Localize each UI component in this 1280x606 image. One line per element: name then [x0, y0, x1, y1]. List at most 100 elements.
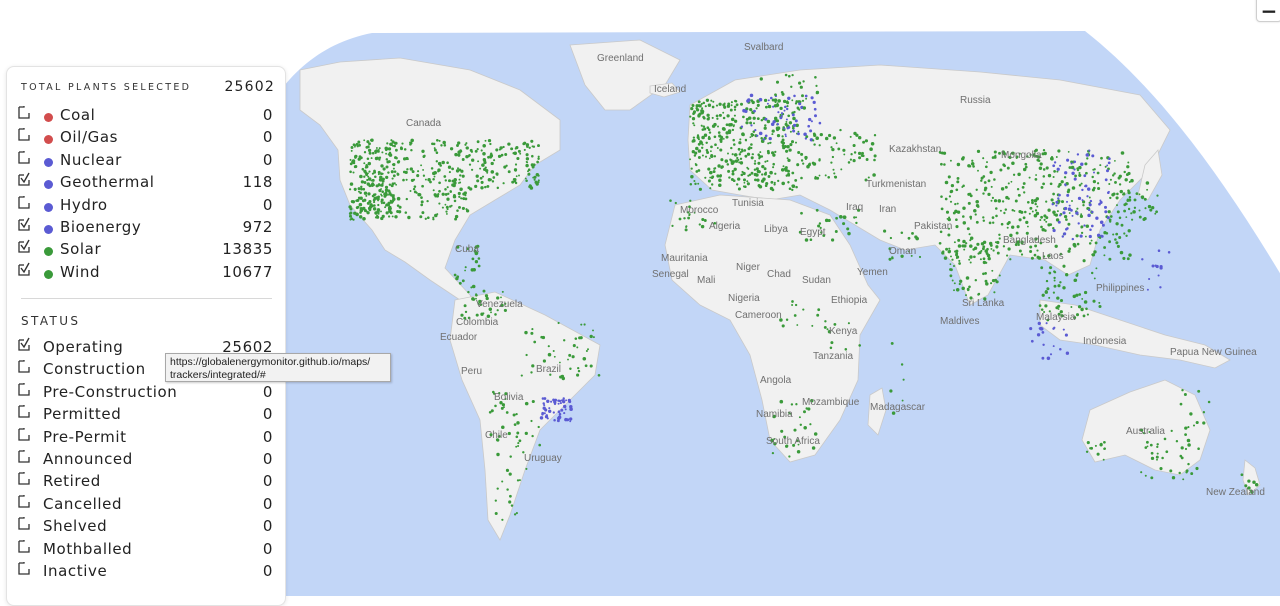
power-plant-dot[interactable] [1202, 421, 1206, 425]
power-plant-dot[interactable] [574, 337, 578, 340]
power-plant-dot[interactable] [784, 135, 787, 138]
power-plant-dot[interactable] [953, 241, 956, 244]
power-plant-dot[interactable] [1021, 186, 1025, 189]
power-plant-dot[interactable] [1041, 356, 1045, 360]
power-plant-dot[interactable] [568, 400, 572, 404]
power-plant-dot[interactable] [785, 174, 789, 177]
power-plant-dot[interactable] [966, 287, 970, 291]
power-plant-dot[interactable] [747, 174, 750, 177]
power-plant-dot[interactable] [746, 152, 751, 156]
power-plant-dot[interactable] [358, 202, 363, 207]
power-plant-dot[interactable] [995, 214, 998, 218]
power-plant-dot[interactable] [1175, 440, 1179, 443]
power-plant-dot[interactable] [762, 138, 766, 141]
power-plant-dot[interactable] [1184, 447, 1188, 451]
power-plant-dot[interactable] [452, 183, 456, 188]
power-plant-dot[interactable] [802, 308, 805, 311]
power-plant-dot[interactable] [785, 318, 789, 321]
power-plant-dot[interactable] [387, 204, 390, 207]
power-plant-dot[interactable] [1096, 452, 1100, 456]
power-plant-dot[interactable] [373, 170, 377, 174]
power-plant-dot[interactable] [889, 236, 893, 240]
power-plant-dot[interactable] [1131, 218, 1134, 221]
power-plant-dot[interactable] [702, 101, 706, 105]
power-plant-dot[interactable] [1138, 215, 1142, 219]
power-plant-dot[interactable] [1029, 249, 1033, 254]
power-plant-dot[interactable] [977, 292, 981, 296]
power-plant-dot[interactable] [975, 220, 979, 224]
power-plant-dot[interactable] [374, 193, 377, 196]
power-plant-dot[interactable] [474, 184, 478, 188]
power-plant-dot[interactable] [788, 121, 793, 125]
power-plant-dot[interactable] [434, 195, 437, 198]
power-plant-dot[interactable] [1060, 200, 1065, 204]
power-plant-dot[interactable] [392, 194, 395, 197]
power-plant-dot[interactable] [988, 221, 992, 225]
power-plant-dot[interactable] [366, 211, 370, 215]
power-plant-dot[interactable] [475, 174, 479, 178]
power-plant-dot[interactable] [697, 100, 701, 104]
power-plant-dot[interactable] [777, 179, 780, 183]
power-plant-dot[interactable] [731, 172, 735, 176]
power-plant-dot[interactable] [730, 117, 735, 122]
power-plant-dot[interactable] [1064, 333, 1068, 337]
power-plant-dot[interactable] [1080, 226, 1083, 229]
power-plant-dot[interactable] [391, 177, 394, 180]
power-plant-dot[interactable] [394, 141, 398, 145]
power-plant-dot[interactable] [1057, 197, 1060, 200]
power-plant-dot[interactable] [1049, 266, 1053, 270]
power-plant-dot[interactable] [1049, 353, 1053, 356]
power-plant-dot[interactable] [1063, 206, 1068, 211]
power-plant-dot[interactable] [465, 146, 469, 150]
power-plant-dot[interactable] [409, 190, 412, 192]
power-plant-dot[interactable] [795, 185, 798, 189]
power-plant-dot[interactable] [1156, 452, 1159, 455]
power-plant-dot[interactable] [709, 187, 712, 190]
power-plant-dot[interactable] [470, 168, 474, 171]
power-plant-dot[interactable] [833, 175, 836, 178]
power-plant-dot[interactable] [1080, 182, 1083, 185]
power-plant-dot[interactable] [1035, 174, 1038, 176]
power-plant-dot[interactable] [385, 165, 389, 169]
power-plant-dot[interactable] [685, 226, 688, 228]
power-plant-dot[interactable] [1123, 203, 1127, 207]
power-plant-dot[interactable] [1078, 293, 1082, 296]
power-plant-dot[interactable] [407, 215, 411, 220]
power-plant-dot[interactable] [744, 154, 748, 158]
power-plant-dot[interactable] [496, 452, 500, 457]
power-plant-dot[interactable] [475, 293, 478, 297]
power-plant-dot[interactable] [730, 178, 734, 181]
power-plant-dot[interactable] [461, 174, 465, 178]
power-plant-dot[interactable] [815, 208, 819, 212]
power-plant-dot[interactable] [750, 156, 754, 160]
power-plant-dot[interactable] [766, 102, 769, 105]
power-plant-dot[interactable] [525, 353, 528, 357]
power-plant-dot[interactable] [707, 179, 711, 183]
power-plant-dot[interactable] [531, 145, 534, 148]
power-plant-dot[interactable] [772, 120, 776, 124]
status-row-cancelled[interactable]: Cancelled 0 [7, 494, 287, 516]
power-plant-dot[interactable] [945, 210, 950, 214]
power-plant-dot[interactable] [785, 107, 789, 111]
power-plant-dot[interactable] [387, 215, 391, 218]
power-plant-dot[interactable] [737, 147, 741, 151]
power-plant-dot[interactable] [1057, 185, 1061, 188]
power-plant-dot[interactable] [962, 239, 966, 244]
power-plant-dot[interactable] [738, 153, 742, 156]
power-plant-dot[interactable] [1051, 203, 1054, 206]
power-plant-dot[interactable] [562, 397, 565, 400]
power-plant-dot[interactable] [714, 143, 717, 147]
power-plant-dot[interactable] [992, 249, 995, 252]
power-plant-dot[interactable] [412, 178, 416, 181]
power-plant-dot[interactable] [736, 156, 739, 160]
power-plant-dot[interactable] [1088, 149, 1091, 152]
power-plant-dot[interactable] [469, 187, 473, 191]
power-plant-dot[interactable] [787, 158, 791, 163]
power-plant-dot[interactable] [1040, 215, 1044, 219]
power-plant-dot[interactable] [485, 168, 489, 173]
power-plant-dot[interactable] [380, 210, 382, 213]
power-plant-dot[interactable] [1114, 160, 1116, 162]
power-plant-dot[interactable] [1147, 204, 1152, 209]
power-plant-dot[interactable] [699, 141, 703, 145]
power-plant-dot[interactable] [1106, 164, 1109, 167]
